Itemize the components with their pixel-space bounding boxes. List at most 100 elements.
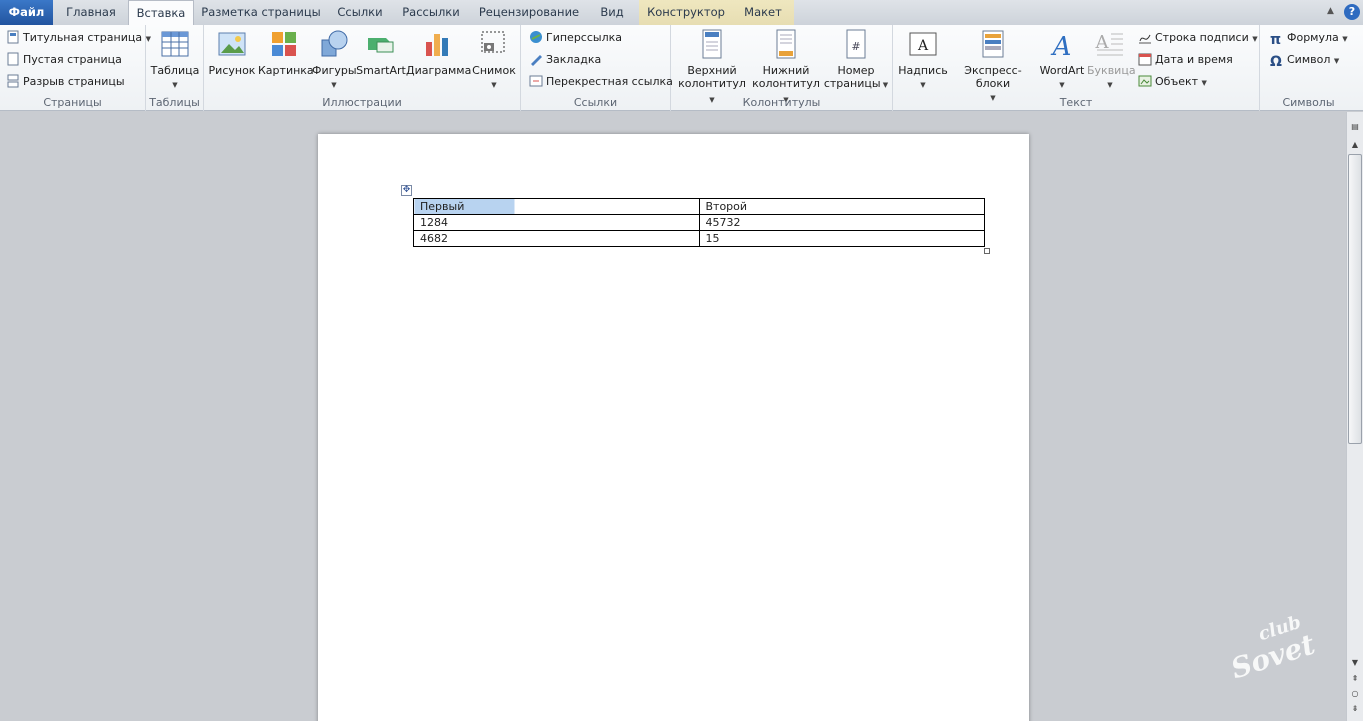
scroll-up-icon[interactable]: ▲ [1348,138,1362,152]
cover-page-icon [6,30,20,44]
tab-home[interactable]: Главная [58,0,124,25]
page-number-icon: # [840,28,872,60]
next-page-icon[interactable]: ⇟ [1348,702,1362,716]
tab-references[interactable]: Ссылки [330,0,390,25]
svg-text:#: # [851,40,860,53]
symbol-button[interactable]: Ω Символ ▼ [1270,50,1339,70]
clipart-button[interactable]: Картинка [258,28,314,77]
scroll-down-icon[interactable]: ▼ [1348,656,1362,670]
equation-label: Формула [1287,31,1339,44]
chart-label: Диаграмма [406,64,472,77]
picture-button[interactable]: Рисунок [208,28,256,77]
ruler-toggle-icon[interactable]: ▤ [1348,120,1362,134]
vertical-scrollbar[interactable]: ▤ ▲ ▼ ⇞ ○ ⇟ [1346,112,1363,721]
object-label: Объект [1155,75,1199,88]
minimize-ribbon-icon[interactable]: ▲ [1327,6,1339,18]
table-cell[interactable]: Первый [413,198,700,215]
hyperlink-label: Гиперссылка [546,31,622,44]
table-resize-handle[interactable] [984,248,990,254]
cover-page-label: Титульная страница [23,31,143,44]
bookmark-label: Закладка [546,53,602,66]
text-box-label: Надпись [898,64,948,77]
object-button[interactable]: Объект ▼ [1138,72,1207,92]
footer-label-line2: колонтитул [752,77,820,90]
hyperlink-icon [529,30,543,44]
table-label: Таблица [150,64,200,77]
table-cell[interactable]: 1284 [413,214,700,231]
group-text: A Надпись ▼ Экспресс-блоки ▼ A WordArt ▼ A … [893,25,1260,111]
tab-file[interactable]: Файл [0,0,53,25]
table-move-handle-icon[interactable]: ✥ [401,185,412,196]
omega-icon: Ω [1270,54,1282,70]
tab-insert[interactable]: Вставка [128,0,194,26]
wordart-button[interactable]: A WordArt ▼ [1037,28,1087,92]
signature-line-label: Строка подписи [1155,31,1249,44]
previous-page-icon[interactable]: ⇞ [1348,672,1362,686]
drop-cap-button[interactable]: A Буквица ▼ [1087,28,1136,92]
shapes-button[interactable]: Фигуры ▼ [312,28,357,92]
scrollbar-thumb[interactable] [1348,154,1362,444]
page-break-icon [6,74,20,88]
blank-page-icon [6,52,20,66]
group-tables-label: Таблицы [149,96,200,109]
ribbon-tab-bar: Файл Главная Вставка Разметка страницы С… [0,0,1363,26]
group-tables: Таблица ▼ Таблицы [146,25,204,111]
cross-reference-label: Перекрестная ссылка [546,75,673,88]
quick-parts-label: Экспресс-блоки [964,64,1022,90]
group-symbols: π Формула ▼ Ω Символ ▼ Символы [1260,25,1357,111]
shapes-icon [318,28,350,60]
watermark-logo: club Sovet [1227,612,1338,688]
chart-button[interactable]: Диаграмма [406,28,472,77]
blank-page-label: Пустая страница [23,53,122,66]
wordart-label: WordArt [1039,64,1085,77]
table-cell[interactable]: Второй [698,198,985,215]
table-row: 1284 45732 [413,214,985,231]
group-header-footer: Верхний колонтитул ▼ Нижний колонтитул ▼ #… [671,25,893,111]
clipart-label: Картинка [258,64,314,77]
chart-icon [422,28,454,60]
wordart-icon: A [1046,28,1078,62]
page-break-button[interactable]: Разрыв страницы [6,72,125,92]
page-number-button[interactable]: # Номер страницы ▼ [823,28,889,92]
clipart-icon [268,28,300,60]
header-icon [696,28,728,60]
quick-parts-button[interactable]: Экспресс-блоки ▼ [949,28,1037,105]
tab-page-layout[interactable]: Разметка страницы [198,0,324,25]
tab-review[interactable]: Рецензирование [474,0,584,25]
date-time-button[interactable]: Дата и время [1138,50,1233,70]
table-cell[interactable]: 4682 [413,230,700,247]
table-cell[interactable]: 45732 [698,214,985,231]
cover-page-button[interactable]: Титульная страница ▼ [6,28,151,48]
picture-icon [216,28,248,60]
shapes-label: Фигуры [312,64,357,77]
tab-table-layout[interactable]: Макет [734,0,792,25]
table-cell[interactable]: 15 [698,230,985,247]
text-box-button[interactable]: A Надпись ▼ [897,28,949,92]
page-number-label-line2: страницы [823,77,881,90]
smartart-button[interactable]: SmartArt [356,28,406,77]
page-break-label: Разрыв страницы [23,75,125,88]
date-time-label: Дата и время [1155,53,1233,66]
group-pages: Титульная страница ▼ Пустая страница Раз… [0,25,151,111]
equation-button[interactable]: π Формула ▼ [1270,28,1348,48]
group-illustrations: Рисунок Картинка Фигуры ▼ SmartArt Диагр… [204,25,521,111]
header-label-line1: Верхний [687,64,737,77]
tab-mailings[interactable]: Рассылки [396,0,466,25]
tab-design[interactable]: Конструктор [644,0,728,25]
hyperlink-button[interactable]: Гиперссылка [529,28,622,48]
bookmark-button[interactable]: Закладка [529,50,601,70]
document-table[interactable]: Первый Второй 1284 45732 4682 15 [413,198,985,247]
signature-line-button[interactable]: Строка подписи ▼ [1138,28,1258,48]
screenshot-button[interactable]: Снимок ▼ [470,28,518,92]
select-browse-object-icon[interactable]: ○ [1348,687,1362,701]
table-button[interactable]: Таблица ▼ [150,28,200,92]
help-icon[interactable]: ? [1344,4,1360,20]
screenshot-icon [478,28,510,60]
blank-page-button[interactable]: Пустая страница [6,50,122,70]
group-links-label: Ссылки [573,96,618,109]
cross-reference-button[interactable]: Перекрестная ссылка [529,72,673,92]
table-row: Первый Второй [413,198,985,215]
symbol-label: Символ [1287,53,1331,66]
tab-view[interactable]: Вид [592,0,632,25]
svg-text:A: A [917,38,929,54]
